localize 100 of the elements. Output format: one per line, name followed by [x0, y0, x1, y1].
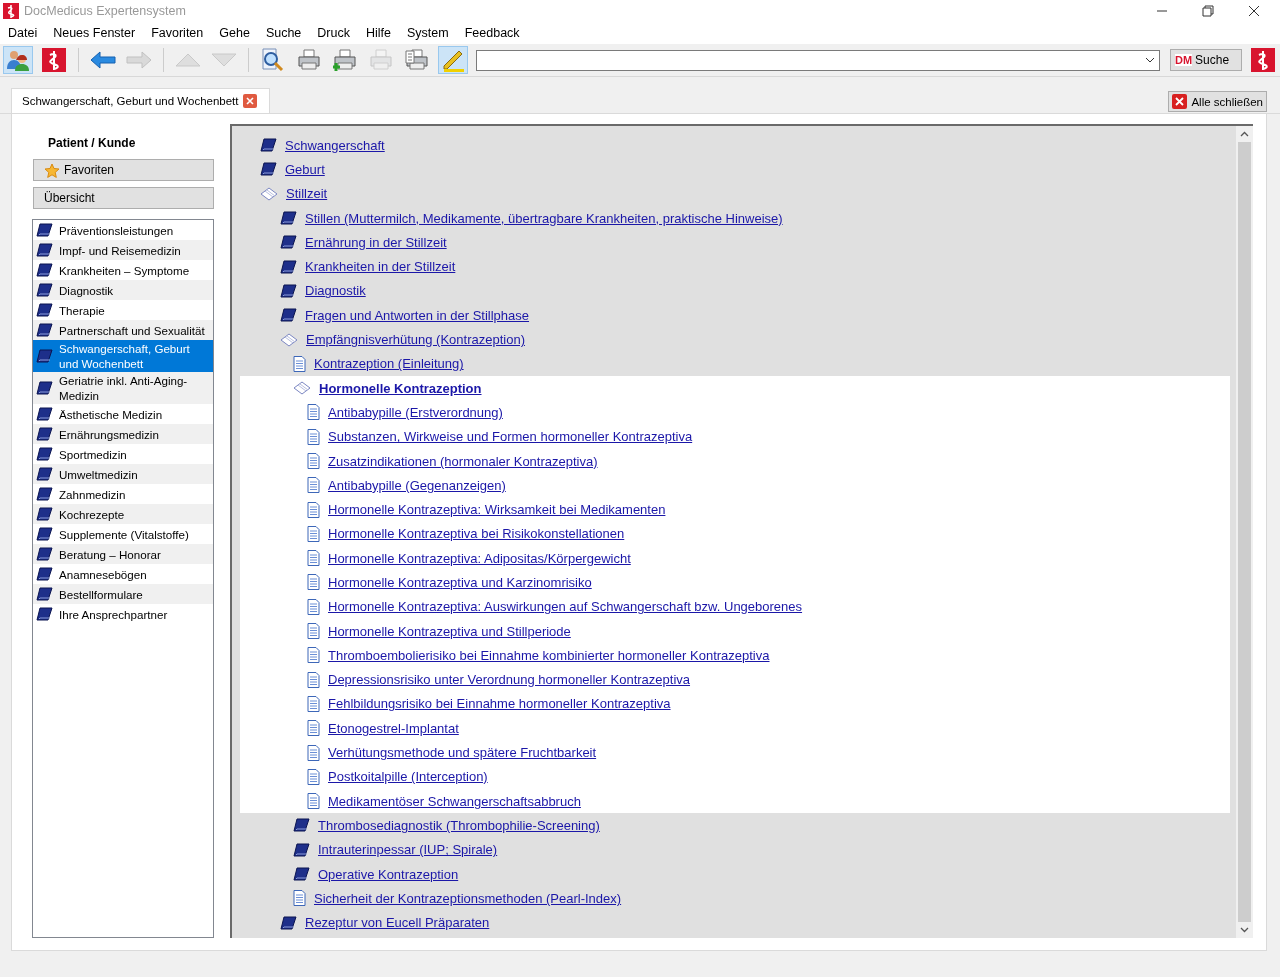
menu-item[interactable]: Neues Fenster [45, 26, 144, 40]
book-icon [36, 407, 53, 421]
book-icon [36, 587, 53, 601]
category-item[interactable]: Anamnesebögen [33, 564, 213, 584]
topic-link[interactable]: Ernährung in der Stillzeit [305, 234, 447, 250]
category-item[interactable]: Umweltmedizin [33, 464, 213, 484]
document-icon [307, 404, 320, 421]
topic-link[interactable]: Geburt [285, 161, 325, 177]
book-icon [36, 263, 53, 277]
category-item[interactable]: Supplemente (Vitalstoffe) [33, 524, 213, 544]
menu-item[interactable]: Druck [309, 26, 358, 40]
book-icon [260, 138, 277, 153]
document-icon [307, 550, 320, 567]
document-icon [307, 793, 320, 810]
topic-link[interactable]: Intrauterinpessar (IUP; Spirale) [318, 842, 498, 858]
category-item[interactable]: Kochrezepte [33, 504, 213, 524]
print-preview-icon[interactable] [261, 48, 285, 72]
topic-link[interactable]: Postkoitalpille (Interception) [328, 769, 488, 785]
category-item[interactable]: Diagnostik [33, 280, 213, 300]
printer-icon[interactable] [297, 49, 321, 71]
topic-link[interactable]: Sicherheit der Kontrazeptionsmethoden (Pearl-Index) [314, 890, 622, 906]
book-icon [280, 308, 297, 323]
category-item[interactable]: Therapie [33, 300, 213, 320]
search-button[interactable]: DM Suche [1170, 49, 1242, 71]
topic-link[interactable]: Hormonelle Kontrazeptiva: Adipositas/Körpergewicht [328, 550, 631, 566]
category-item[interactable]: Impf- und Reisemedizin [33, 240, 213, 260]
topic-link[interactable]: Rezeptur von Eucell Präparaten [305, 915, 490, 931]
topic-link[interactable]: Verhütungsmethode und spätere Fruchtbarkeit [328, 745, 597, 761]
sidebar-heading: Patient / Kunde [47, 135, 137, 152]
topic-link[interactable]: Operative Kontrazeption [318, 866, 459, 882]
category-item[interactable]: Zahnmedizin [33, 484, 213, 504]
category-item[interactable]: Geriatrie inkl. Anti-Aging-Medizin [33, 372, 213, 404]
open-book-icon [280, 332, 298, 347]
people-icon[interactable] [6, 48, 30, 72]
topic-link[interactable]: Antibabypille (Erstverordnung) [328, 404, 503, 420]
book-icon [280, 259, 297, 274]
category-item[interactable]: Beratung – Honorar [33, 544, 213, 564]
book-icon [280, 915, 297, 930]
document-tab[interactable]: Schwangerschaft, Geburt und Wochenbett [11, 88, 270, 113]
book-icon [293, 818, 310, 833]
book-icon [260, 162, 277, 177]
pencil-icon[interactable] [441, 48, 465, 72]
caduceus-logo-icon[interactable] [1251, 48, 1275, 72]
scroll-down-icon[interactable] [1240, 927, 1249, 933]
menu-item[interactable]: Datei [0, 26, 46, 40]
menu-item[interactable]: Gehe [211, 26, 258, 40]
favorites-button[interactable]: Favoriten [33, 159, 214, 181]
caduceus-logo-icon[interactable] [42, 48, 66, 72]
book-icon [36, 381, 53, 395]
topic-link[interactable]: Stillen (Muttermilch, Medikamente, übertragbare Krankheiten, praktische Hinweise) [305, 210, 783, 226]
topic-link[interactable]: Thrombosediagnostik (Thrombophilie-Screening) [318, 817, 600, 833]
menu-item[interactable]: Feedback [456, 26, 528, 40]
category-item[interactable]: Krankheiten – Symptome [33, 260, 213, 280]
topic-link[interactable]: Etonogestrel-Implantat [328, 720, 459, 736]
category-item[interactable]: Partnerschaft und Sexualität [33, 320, 213, 340]
printer-document-icon[interactable] [405, 49, 429, 71]
menu-item[interactable]: Favoriten [143, 26, 212, 40]
topic-link[interactable]: Fragen und Antworten in der Stillphase [305, 307, 530, 323]
scrollbar[interactable] [1236, 126, 1253, 938]
topic-link[interactable]: Zusatzindikationen (hormonaler Kontrazeptiva) [328, 453, 598, 469]
topic-link[interactable]: Medikamentöser Schwangerschaftsabbruch [328, 793, 581, 809]
document-icon [307, 574, 320, 591]
printer-plus-icon[interactable] [333, 49, 357, 71]
open-book-icon [293, 381, 311, 396]
book-icon [36, 323, 53, 337]
menu-item[interactable]: System [399, 26, 457, 40]
overview-button[interactable]: Übersicht [33, 187, 214, 209]
restore-icon[interactable] [1202, 5, 1214, 17]
topic-link[interactable]: Schwangerschaft [285, 137, 385, 153]
topic-link[interactable]: Krankheiten in der Stillzeit [305, 259, 456, 275]
category-item[interactable]: Präventionsleistungen [33, 220, 213, 240]
topic-link[interactable]: Hormonelle Kontrazeptiva bei Risikokonstellationen [328, 526, 625, 542]
close-icon[interactable] [1248, 5, 1260, 17]
category-item[interactable]: Schwangerschaft, Geburt und Wochenbett [33, 340, 213, 372]
document-icon [307, 477, 320, 494]
book-icon [36, 303, 53, 317]
category-item[interactable]: Sportmedizin [33, 444, 213, 464]
topic-link[interactable]: Hormonelle Kontrazeptiva und Karzinomrisiko [328, 575, 592, 590]
book-icon [36, 447, 53, 461]
search-combo-field[interactable] [476, 49, 1160, 71]
back-arrow-icon[interactable] [90, 51, 116, 69]
scroll-up-icon[interactable] [1240, 131, 1249, 137]
document-icon [307, 453, 320, 469]
menu-item[interactable]: Suche [257, 26, 310, 40]
topic-link[interactable]: Kontrazeption (Einleitung) [314, 356, 464, 372]
topic-link[interactable]: Hormonelle Kontrazeption [319, 380, 482, 396]
topic-link[interactable]: Hormonelle Kontrazeptiva und Stillperiode [328, 623, 571, 639]
topic-link[interactable]: Stillzeit [286, 186, 328, 202]
category-item[interactable]: Ernährungsmedizin [33, 424, 213, 444]
close-all-button[interactable]: Alle schließen [1168, 91, 1267, 112]
category-item[interactable]: Ästhetische Medizin [33, 404, 213, 424]
book-icon [36, 507, 53, 521]
topic-link[interactable]: Antibabypille (Gegenanzeigen) [328, 477, 506, 493]
topic-link[interactable]: Diagnostik [305, 283, 366, 299]
menu-item[interactable]: Hilfe [358, 26, 399, 40]
dropdown-caret-icon[interactable] [1145, 57, 1155, 63]
category-item[interactable]: Bestellformulare [33, 584, 213, 604]
document-icon [307, 598, 320, 615]
category-item[interactable]: Ihre Ansprechpartner [33, 604, 213, 624]
topic-link[interactable]: Empfängnisverhütung (Kontrazeption) [306, 332, 525, 347]
